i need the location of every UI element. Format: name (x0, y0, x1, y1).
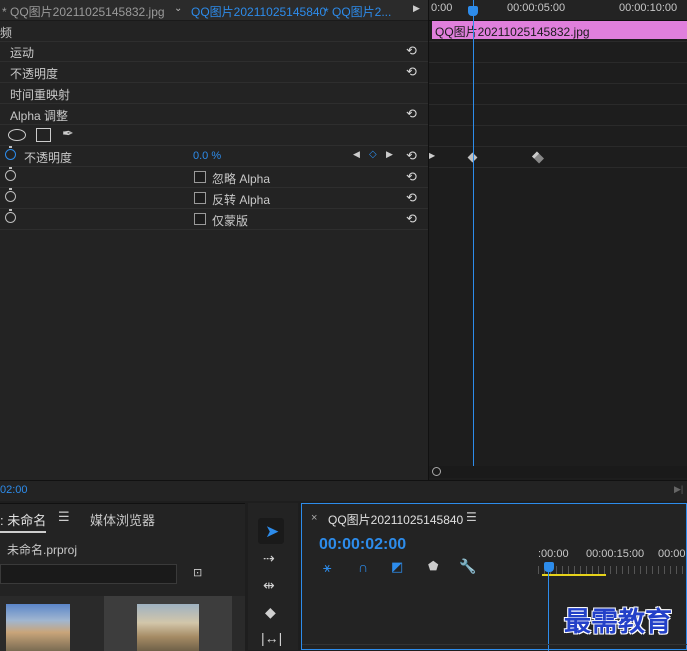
stopwatch-icon[interactable] (5, 188, 16, 202)
reset-icon[interactable]: ⟲ (406, 169, 417, 185)
slip-tool-icon[interactable]: |↔| (261, 630, 282, 646)
row-alpha-adjust[interactable]: Alpha 调整 ⟲ (0, 104, 428, 125)
effect-timeline[interactable]: 0:00 00:00:05:00 00:00:10:00 QQ图片2021102… (428, 0, 687, 480)
linked-selection-icon[interactable]: ◩ (391, 559, 403, 575)
nest-icon[interactable]: ⚹ (323, 559, 331, 576)
playhead-handle[interactable] (468, 6, 478, 16)
time-remap-label: 时间重映射 (10, 88, 71, 102)
seq-playhead-line[interactable] (548, 572, 549, 651)
watermark-logo: 最需教育 (564, 607, 672, 638)
ignore-alpha-label: 忽略 Alpha (212, 172, 271, 186)
clip-bar[interactable]: QQ图片20211025145832.jpg (432, 21, 687, 39)
timeline-scrollbar[interactable] (429, 466, 687, 478)
play-range-icon[interactable]: ▶| (674, 484, 683, 495)
snap-icon[interactable]: ∩ (358, 559, 368, 575)
opacity-value[interactable]: 0.0 % (193, 150, 221, 162)
thumbnail-image[interactable] (137, 604, 199, 651)
seq-playhead-handle[interactable] (544, 562, 554, 572)
add-marker-icon[interactable]: ⬟ (428, 559, 438, 573)
reset-icon[interactable]: ⟲ (406, 106, 417, 122)
reset-icon[interactable]: ⟲ (406, 43, 417, 59)
tab-sequence-more[interactable]: * QQ图片2... (324, 3, 410, 20)
razor-tool-icon[interactable]: ◆ (265, 604, 276, 621)
opacity-label: 不透明度 (10, 67, 59, 81)
keyframe-start-icon: ▶ (429, 151, 436, 160)
seq-ruler-ticks[interactable] (538, 566, 687, 574)
motion-label: 运动 (10, 46, 35, 60)
rectangle-mask-icon[interactable] (36, 128, 51, 142)
tab-media-browser[interactable]: 媒体浏览器 (90, 510, 155, 529)
add-keyframe-icon[interactable]: ◇ (369, 149, 377, 160)
reset-icon[interactable]: ⟲ (406, 64, 417, 80)
tab-sequence-840[interactable]: QQ图片20211025145840 (191, 3, 326, 20)
mask-only-checkbox[interactable] (194, 213, 206, 225)
tools-panel: ➤ ⇢ ⇹ ◆ |↔| (248, 503, 298, 650)
sequence-timecode[interactable]: 00:00:02:00 (319, 536, 406, 554)
close-icon[interactable]: × (311, 512, 317, 524)
playhead-line[interactable] (473, 0, 474, 466)
reset-icon[interactable]: ⟲ (406, 148, 417, 164)
alpha-adjust-label: Alpha 调整 (10, 109, 69, 123)
next-keyframe-icon[interactable]: ▶ (386, 149, 393, 160)
search-input[interactable] (0, 564, 177, 584)
panel-menu-icon[interactable]: ☰ (466, 510, 477, 524)
project-panel: : 未命名 ☰ 媒体浏览器 未命名.prproj ⊡ (0, 503, 245, 651)
opacity-property-label: 不透明度 (24, 151, 73, 165)
panel-prefix-label: 频 (0, 26, 13, 40)
chevron-down-icon[interactable]: ⌄ (174, 3, 182, 14)
panel-menu-icon[interactable]: ☰ (58, 509, 70, 525)
ruler-label: 00:00:05:00 (507, 2, 566, 14)
sequence-timeline-panel: × QQ图片20211025145840 ☰ 00:00:02:00 ⚹ ∩ ◩… (301, 503, 687, 651)
reset-icon[interactable]: ⟲ (406, 211, 417, 227)
tab-clip-832[interactable]: * QQ图片20211025145832.jpg (2, 3, 165, 20)
ruler-label: 0:00 (431, 2, 453, 14)
scroll-handle-icon[interactable] (432, 467, 441, 476)
seq-ruler-label: 00:00 (658, 548, 686, 560)
clip-name: QQ图片20211025145832.jpg (435, 25, 590, 39)
mask-only-label: 仅蒙版 (212, 214, 249, 228)
stopwatch-icon[interactable] (5, 167, 16, 181)
project-file-name: 未命名.prproj (7, 543, 78, 557)
row-mask-tools: ✒ (0, 125, 428, 146)
thumbnail-image[interactable] (6, 604, 70, 651)
stopwatch-icon[interactable] (5, 209, 16, 223)
selection-tool-icon[interactable]: ➤ (265, 522, 279, 542)
track-select-tool-icon[interactable]: ⇢ (263, 550, 275, 567)
row-opacity-property[interactable]: 不透明度 0.0 % ◀ ◇ ▶ ⟲ (0, 146, 428, 167)
row-ignore-alpha[interactable]: 忽略 Alpha ⟲ (0, 167, 428, 188)
wrench-icon[interactable]: 🔧 (459, 558, 476, 575)
tab-project[interactable]: : 未命名 (0, 510, 47, 533)
stopwatch-icon[interactable] (5, 146, 16, 160)
effect-controls-tabbar: * QQ图片20211025145832.jpg ⌄ QQ图片202110251… (0, 0, 428, 21)
ripple-edit-tool-icon[interactable]: ⇹ (263, 577, 275, 594)
effect-controls-status: 02:00 ▶| (0, 480, 687, 501)
play-triangle-icon[interactable]: ▶ (413, 3, 420, 14)
seq-ruler-label: 00:00:15:00 (586, 548, 645, 560)
ruler-label: 00:00:10:00 (619, 2, 678, 14)
invert-alpha-label: 反转 Alpha (212, 193, 271, 207)
row-mask-only[interactable]: 仅蒙版 ⟲ (0, 209, 428, 230)
current-time[interactable]: 02:00 (0, 484, 28, 496)
reset-icon[interactable]: ⟲ (406, 190, 417, 206)
ellipse-mask-icon[interactable] (8, 129, 26, 141)
row-tab-prefix: 频 (0, 21, 428, 42)
effect-controls-panel: * QQ图片20211025145832.jpg ⌄ QQ图片202110251… (0, 0, 687, 501)
pen-mask-icon[interactable]: ✒ (62, 125, 74, 142)
seq-ruler-label: :00:00 (538, 548, 569, 560)
row-motion[interactable]: 运动 ⟲ (0, 41, 428, 62)
invert-alpha-checkbox[interactable] (194, 192, 206, 204)
work-area-bar[interactable] (542, 574, 606, 576)
thumbnail-selected[interactable] (104, 596, 232, 651)
ignore-alpha-checkbox[interactable] (194, 171, 206, 183)
row-invert-alpha[interactable]: 反转 Alpha ⟲ (0, 188, 428, 209)
new-bin-icon[interactable]: ⊡ (193, 566, 202, 579)
keyframe-icon[interactable] (531, 151, 545, 164)
row-opacity[interactable]: 不透明度 ⟲ (0, 62, 428, 83)
prev-keyframe-icon[interactable]: ◀ (353, 149, 360, 160)
row-time-remap[interactable]: 时间重映射 (0, 83, 428, 104)
tab-sequence[interactable]: QQ图片20211025145840 (328, 511, 463, 528)
